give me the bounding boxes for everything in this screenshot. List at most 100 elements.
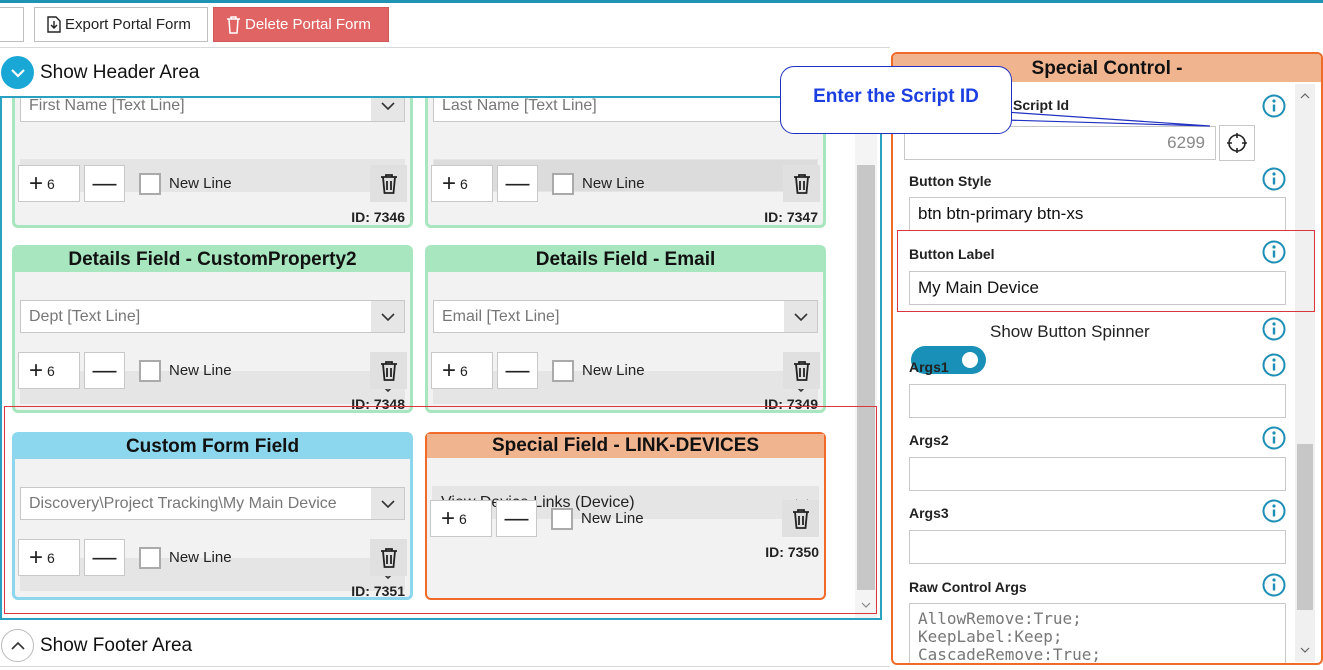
delete-portal-form-button[interactable]: Delete Portal Form — [213, 7, 389, 42]
export-icon — [47, 16, 61, 33]
window-top-accent — [0, 0, 1323, 3]
increment-button[interactable]: +6 — [431, 352, 493, 389]
decrement-button[interactable]: — — [497, 165, 538, 202]
new-line-checkbox[interactable] — [552, 172, 574, 195]
trash-icon — [792, 508, 809, 529]
script-picker-button[interactable] — [1219, 125, 1255, 161]
button-style-input[interactable]: btn btn-primary btn-xs — [909, 197, 1286, 231]
callout-pointer — [1005, 111, 1211, 127]
field-select[interactable]: First Name [Text Line] — [20, 98, 405, 122]
info-icon[interactable] — [1262, 426, 1286, 450]
delete-field-button[interactable] — [370, 165, 407, 202]
new-line-checkbox[interactable] — [139, 546, 161, 569]
field-select[interactable]: Dept [Text Line] — [20, 300, 405, 333]
raw-line: AllowRemove:True; — [918, 609, 1082, 628]
increment-button[interactable]: +6 — [18, 539, 80, 576]
args3-input[interactable] — [909, 530, 1286, 564]
increment-button[interactable]: +6 — [18, 352, 80, 389]
field-card-last-name[interactable]: Last Name [Text Line] +6 — New Line ID: … — [425, 96, 826, 228]
minus-icon: — — [505, 169, 530, 197]
delete-field-button[interactable] — [783, 352, 820, 389]
field-select[interactable]: Email [Text Line] — [433, 300, 818, 333]
new-line-label: New Line — [169, 175, 232, 192]
delete-field-button[interactable] — [370, 539, 407, 576]
header-area-label: Show Header Area — [40, 61, 200, 83]
card-title: Details Field - Email — [428, 248, 823, 272]
args1-input[interactable] — [909, 384, 1286, 418]
toggle-knob — [962, 352, 978, 368]
decrement-button[interactable]: — — [84, 165, 125, 202]
field-card-email[interactable]: Details Field - Email Email [Text Line] … — [425, 245, 826, 413]
scroll-up-icon[interactable] — [1297, 90, 1313, 102]
plus-icon: + — [442, 169, 457, 197]
decrement-button[interactable]: — — [84, 352, 125, 389]
footer-area-label: Show Footer Area — [40, 634, 193, 656]
increment-button[interactable]: +6 — [18, 165, 80, 202]
new-line-checkbox[interactable] — [551, 507, 573, 530]
increment-button[interactable]: +6 — [430, 500, 492, 537]
new-line-checkbox[interactable] — [139, 172, 161, 195]
trash-icon — [380, 547, 397, 568]
chevron-up-icon — [1, 629, 34, 662]
new-line-label: New Line — [169, 362, 232, 379]
delete-label: Delete Portal Form — [245, 16, 371, 33]
field-select[interactable]: Last Name [Text Line] — [433, 96, 818, 122]
callout-script-id: Enter the Script ID — [780, 66, 1012, 134]
field-card-custom-form-field[interactable]: Custom Form Field Discovery\Project Trac… — [12, 432, 413, 600]
delete-field-button[interactable] — [782, 500, 819, 537]
field-card-customproperty2[interactable]: Details Field - CustomProperty2 Dept [Te… — [12, 245, 413, 413]
count-value: 6 — [460, 362, 468, 379]
toolbar-divider — [0, 47, 890, 48]
count-value: 6 — [460, 175, 468, 192]
show-footer-area-toggle[interactable]: Show Footer Area — [1, 629, 192, 662]
card-title: Custom Form Field — [15, 435, 410, 459]
decrement-button[interactable]: — — [497, 352, 538, 389]
button-label-highlight — [897, 230, 1315, 312]
count-value: 6 — [47, 175, 55, 192]
minus-icon: — — [92, 169, 117, 197]
field-card-first-name[interactable]: First Name [Text Line] +6 — New Line ID:… — [12, 98, 413, 228]
export-portal-form-button[interactable]: Export Portal Form — [34, 7, 208, 42]
field-card-special-field[interactable]: Special Field - LINK-DEVICES View Device… — [425, 432, 826, 600]
info-icon[interactable] — [1262, 317, 1286, 341]
scroll-down-icon[interactable] — [1297, 644, 1313, 656]
minus-icon: — — [92, 356, 117, 384]
info-icon[interactable] — [1262, 167, 1286, 191]
new-line-checkbox[interactable] — [552, 359, 574, 382]
increment-button[interactable]: +6 — [431, 165, 493, 202]
info-icon[interactable] — [1262, 573, 1286, 597]
info-icon[interactable] — [1262, 499, 1286, 523]
new-line-label: New Line — [582, 175, 645, 192]
raw-line: CascadeRemove:True; — [918, 645, 1102, 664]
new-line-checkbox[interactable] — [139, 359, 161, 382]
field-select[interactable]: Discovery\Project Tracking\My Main Devic… — [20, 487, 405, 520]
field-id: ID: 7347 — [764, 209, 818, 225]
info-icon[interactable] — [1262, 353, 1286, 377]
select-value: Last Name [Text Line] — [442, 96, 597, 114]
decrement-button[interactable]: — — [496, 500, 537, 537]
info-icon[interactable] — [1262, 94, 1286, 118]
field-controls: +6 — New Line — [18, 165, 407, 202]
callout-text: Enter the Script ID — [813, 86, 979, 107]
delete-field-button[interactable] — [370, 352, 407, 389]
button-style-label: Button Style — [909, 173, 992, 189]
trash-icon — [793, 360, 810, 381]
form-canvas: First Name [Text Line] +6 — New Line ID:… — [0, 96, 882, 620]
trash-icon — [380, 360, 397, 381]
args2-input[interactable] — [909, 457, 1286, 491]
field-id: ID: 7346 — [351, 209, 405, 225]
card-title: Special Field - LINK-DEVICES — [427, 434, 824, 458]
chevron-down-icon — [371, 98, 404, 121]
field-id: ID: 7351 — [351, 583, 405, 599]
plus-icon: + — [442, 356, 457, 384]
show-header-area-toggle[interactable]: Show Header Area — [1, 56, 200, 89]
raw-line: KeepLabel:Keep; — [918, 627, 1063, 646]
field-id: ID: 7350 — [765, 544, 819, 560]
delete-field-button[interactable] — [783, 165, 820, 202]
decrement-button[interactable]: — — [84, 539, 125, 576]
toolbar-button-partial[interactable] — [0, 7, 24, 42]
raw-control-args-textarea[interactable]: AllowRemove:True; KeepLabel:Keep; Cascad… — [909, 603, 1286, 664]
new-line-label: New Line — [581, 510, 644, 527]
panel-scroll-thumb[interactable] — [1297, 444, 1313, 610]
special-control-panel: Special Control - Script Id 6299 Button … — [891, 52, 1323, 665]
